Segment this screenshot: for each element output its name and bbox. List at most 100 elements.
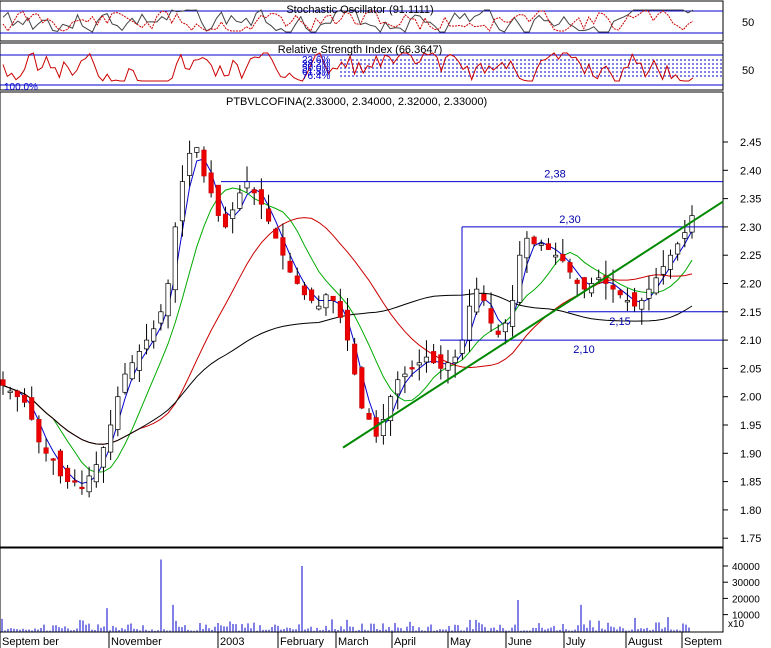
level-label: 2,15 — [609, 316, 630, 328]
rsi-fib-labels: 23.6%38.2%50.0%61.8%76.4%100.0% — [4, 55, 330, 93]
candle-body — [0, 379, 6, 386]
candle-body — [344, 309, 351, 341]
price-tick-label: 2.05 — [740, 363, 761, 375]
rsi-panel: Relative Strength Index (66.3647) 23.6%3… — [0, 42, 754, 93]
candle-body — [337, 300, 343, 318]
candle-body — [86, 475, 92, 493]
candle-body — [352, 343, 358, 375]
x-tick-label: Septem ber — [2, 636, 59, 648]
price-tick-label: 2.25 — [740, 250, 761, 262]
candle-body — [187, 152, 193, 176]
price-tick-label: 1.85 — [740, 477, 761, 489]
candle-body — [653, 277, 659, 294]
candle-body — [610, 285, 616, 290]
candle-body — [287, 260, 293, 273]
candle-body — [151, 328, 157, 342]
candle-body — [624, 300, 630, 303]
price-panel: PTBVLCOFINA(2.33000, 2.34000, 2.32000, 2… — [0, 91, 761, 548]
ticker-label: PTBVLCOFINA(2.33000, 2.34000, 2.32000, 2… — [226, 96, 487, 108]
candle-body — [316, 305, 322, 310]
candle-body — [445, 362, 451, 371]
candle-body — [79, 486, 85, 490]
candle-body — [330, 295, 336, 301]
volume-panel: 40000300002000010000 x10 — [0, 547, 760, 633]
candle-body — [122, 373, 128, 393]
x-tick-label: 2003 — [220, 636, 244, 648]
candle-body — [43, 447, 49, 454]
candle-body — [423, 356, 429, 363]
x-tick-label: July — [566, 636, 586, 648]
stochastic-tick: 50 — [742, 17, 754, 29]
rsi-fib-lines — [340, 59, 723, 77]
candle-body — [100, 447, 107, 468]
candle-body — [108, 424, 114, 453]
candle-body — [531, 236, 537, 245]
candle-body — [438, 354, 444, 369]
candle-body — [502, 322, 508, 333]
candle-body — [222, 213, 229, 228]
candle-body — [14, 390, 20, 398]
candle-body — [7, 390, 13, 393]
candle-body — [143, 339, 150, 350]
x-tick-label: August — [628, 636, 662, 648]
candle-body — [545, 243, 552, 250]
candle-body — [194, 147, 200, 153]
candle-body — [632, 292, 638, 307]
level-label: 2,38 — [544, 169, 565, 181]
volume-multiplier: x10 — [728, 619, 745, 630]
stochastic-panel: Stochastic Oscillator (91.1111) 50 — [0, 0, 754, 42]
candle-body — [266, 208, 272, 222]
fib-label: 100.0% — [4, 82, 38, 93]
x-tick-label: April — [394, 636, 416, 648]
volume-tick-label: 20000 — [732, 594, 760, 605]
candle-body — [395, 379, 401, 395]
price-tick-label: 2.15 — [740, 307, 761, 319]
candle-body — [466, 305, 473, 342]
candle-body — [237, 192, 243, 209]
candle-body — [596, 277, 602, 280]
candle-body — [309, 289, 315, 301]
x-axis: Septem ber November 2003 February March April… — [0, 631, 723, 648]
candle-body — [201, 149, 207, 177]
candle-body — [208, 172, 214, 194]
candle-body — [93, 464, 99, 483]
candle-body — [29, 397, 35, 420]
candle-body — [488, 308, 494, 324]
price-tick-label: 1.75 — [740, 533, 761, 545]
candle-body — [675, 243, 681, 255]
candle-body — [280, 237, 286, 256]
price-tick-label: 2.00 — [740, 392, 761, 404]
candle-body — [115, 396, 121, 430]
price-tick-label: 2.30 — [740, 222, 761, 234]
volume-frame — [0, 547, 724, 633]
x-tick-label: February — [280, 636, 325, 648]
candle-body — [524, 237, 530, 259]
candle-body — [639, 300, 645, 310]
candle-body — [481, 293, 487, 301]
fib-label: 76.4% — [302, 71, 330, 82]
candle-body — [215, 184, 221, 216]
candle-body — [682, 232, 688, 239]
volume-tick-label: 30000 — [732, 578, 760, 589]
price-tick-label: 1.90 — [740, 448, 761, 460]
level-label: 2,10 — [573, 344, 594, 356]
stochastic-title: Stochastic Oscillator (91.1111) — [286, 4, 433, 16]
candle-body — [459, 339, 465, 354]
candle-body — [366, 412, 372, 420]
candle-body — [574, 279, 580, 284]
volume-axis: 40000300002000010000 — [723, 562, 760, 622]
volume-bars — [1, 559, 690, 632]
rsi-tick: 50 — [742, 65, 754, 77]
candle-body — [65, 467, 71, 482]
candle-body — [57, 450, 63, 477]
candle-body — [660, 266, 666, 275]
candle-body — [581, 277, 587, 290]
candle-body — [273, 228, 279, 239]
price-tick-label: 1.95 — [740, 420, 761, 432]
candle-body — [560, 253, 566, 262]
candle-body — [359, 367, 365, 409]
candle-body — [517, 254, 523, 303]
candle-body — [402, 373, 408, 378]
price-tick-label: 2.20 — [740, 279, 761, 291]
candle-body — [258, 189, 264, 205]
